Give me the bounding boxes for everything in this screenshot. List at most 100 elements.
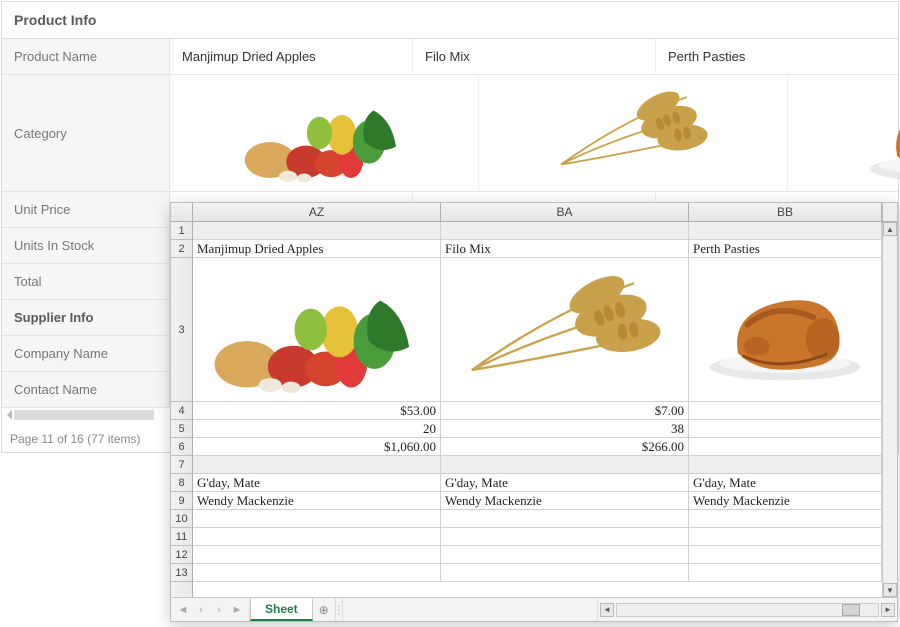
row-header-5[interactable]: 5 (171, 420, 192, 438)
hscroll-thumb[interactable] (842, 604, 860, 616)
row-header-9[interactable]: 9 (171, 492, 192, 510)
label-units-in-stock: Units In Stock (2, 228, 170, 263)
cell-bb12[interactable] (689, 546, 882, 563)
cell-az8[interactable]: G'day, Mate (193, 474, 441, 491)
label-supplier-info: Supplier Info (2, 300, 170, 335)
cell-ba9[interactable]: Wendy Mackenzie (441, 492, 689, 509)
cell-bb8[interactable]: G'day, Mate (689, 474, 882, 491)
row-header-13[interactable]: 13 (171, 564, 192, 582)
cell-bb7[interactable] (689, 456, 882, 473)
cell-az10[interactable] (193, 510, 441, 527)
label-product-name: Product Name (2, 39, 170, 74)
cell-az3[interactable] (193, 258, 441, 401)
spreadsheet-window: AZ BA BB 1 2 3 4 5 6 7 8 9 10 11 12 13 (170, 202, 898, 622)
row-header-10[interactable]: 10 (171, 510, 192, 528)
row-header-8[interactable]: 8 (171, 474, 192, 492)
column-header-ba[interactable]: BA (441, 203, 689, 221)
cell-category-0[interactable] (170, 75, 479, 191)
label-category: Category (2, 75, 170, 191)
tab-nav-next-icon[interactable]: › (211, 602, 227, 618)
cell-ba11[interactable] (441, 528, 689, 545)
cell-bb1[interactable] (689, 222, 882, 239)
cell-az9[interactable]: Wendy Mackenzie (193, 492, 441, 509)
label-total: Total (2, 264, 170, 299)
vegetables-image (174, 79, 474, 187)
row-header-7[interactable]: 7 (171, 456, 192, 474)
row-product-name: Product Name Manjimup Dried Apples Filo … (2, 39, 898, 75)
cell-bb11[interactable] (689, 528, 882, 545)
row-category: Category (2, 75, 898, 192)
cell-bb2[interactable]: Perth Pasties (689, 240, 882, 257)
add-sheet-button[interactable]: ⊕ (313, 598, 335, 621)
cell-bb6[interactable] (689, 438, 882, 455)
row-header-3[interactable]: 3 (171, 258, 192, 402)
plus-icon: ⊕ (319, 603, 329, 617)
row-header-6[interactable]: 6 (171, 438, 192, 456)
cell-bb5[interactable] (689, 420, 882, 437)
cell-ba8[interactable]: G'day, Mate (441, 474, 689, 491)
chicken-image (792, 79, 900, 187)
cell-ba10[interactable] (441, 510, 689, 527)
cell-ba3[interactable] (441, 258, 689, 401)
chicken-image (691, 260, 879, 399)
cell-az11[interactable] (193, 528, 441, 545)
scroll-left-button[interactable]: ◄ (600, 603, 614, 617)
cell-grid: Manjimup Dried Apples Filo Mix Perth Pas… (193, 222, 882, 597)
column-headers: AZ BA BB (171, 203, 897, 222)
scroll-right-button[interactable]: ► (881, 603, 895, 617)
tab-nav-last-icon[interactable]: ► (229, 602, 245, 618)
cell-az13[interactable] (193, 564, 441, 581)
column-header-bb[interactable]: BB (689, 203, 882, 221)
cell-ba13[interactable] (441, 564, 689, 581)
wheat-image (483, 79, 783, 187)
scroll-down-button[interactable]: ▼ (883, 583, 897, 597)
tab-nav-prev-icon[interactable]: ‹ (193, 602, 209, 618)
cell-product-name-0[interactable]: Manjimup Dried Apples (170, 39, 413, 74)
cell-ba12[interactable] (441, 546, 689, 563)
label-unit-price: Unit Price (2, 192, 170, 227)
scroll-up-button[interactable]: ▲ (883, 222, 897, 236)
row-header-11[interactable]: 11 (171, 528, 192, 546)
cell-ba2[interactable]: Filo Mix (441, 240, 689, 257)
cell-bb13[interactable] (689, 564, 882, 581)
cell-category-1[interactable] (479, 75, 788, 191)
select-all-corner[interactable] (171, 203, 193, 221)
vertical-scrollbar[interactable]: ▲ ▼ (882, 222, 897, 597)
tab-nav-first-icon[interactable]: ◄ (175, 602, 191, 618)
hscroll-track[interactable] (616, 603, 879, 617)
cell-az4[interactable]: $53.00 (193, 402, 441, 419)
column-header-az[interactable]: AZ (193, 203, 441, 221)
cell-az12[interactable] (193, 546, 441, 563)
cell-az6[interactable]: $1,060.00 (193, 438, 441, 455)
tab-splitter-grip[interactable]: ⋮ (335, 598, 343, 621)
cell-ba7[interactable] (441, 456, 689, 473)
cell-bb4[interactable] (689, 402, 882, 419)
cell-ba5[interactable]: 38 (441, 420, 689, 437)
row-headers: 1 2 3 4 5 6 7 8 9 10 11 12 13 (171, 222, 193, 597)
sheet-tab[interactable]: Sheet (250, 599, 313, 621)
wheat-image (443, 260, 686, 399)
sheet-status-bar: ◄ ‹ › ► Sheet ⊕ ⋮ ◄ ► (171, 597, 897, 621)
label-contact-name: Contact Name (2, 372, 170, 407)
cell-bb3[interactable] (689, 258, 882, 401)
cell-ba6[interactable]: $266.00 (441, 438, 689, 455)
label-company-name: Company Name (2, 336, 170, 371)
row-header-1[interactable]: 1 (171, 222, 192, 240)
cell-bb9[interactable]: Wendy Mackenzie (689, 492, 882, 509)
row-header-12[interactable]: 12 (171, 546, 192, 564)
cell-az1[interactable] (193, 222, 441, 239)
horizontal-scrollbar[interactable]: ◄ ► (597, 598, 897, 621)
cell-az5[interactable]: 20 (193, 420, 441, 437)
cell-az2[interactable]: Manjimup Dried Apples (193, 240, 441, 257)
cell-ba1[interactable] (441, 222, 689, 239)
row-header-2[interactable]: 2 (171, 240, 192, 258)
cell-category-2[interactable] (788, 75, 900, 191)
cell-bb10[interactable] (689, 510, 882, 527)
panel-title: Product Info (2, 2, 898, 39)
row-header-4[interactable]: 4 (171, 402, 192, 420)
cell-ba4[interactable]: $7.00 (441, 402, 689, 419)
cell-az7[interactable] (193, 456, 441, 473)
cell-product-name-2[interactable]: Perth Pasties (656, 39, 898, 74)
vegetables-image (195, 260, 438, 399)
cell-product-name-1[interactable]: Filo Mix (413, 39, 656, 74)
